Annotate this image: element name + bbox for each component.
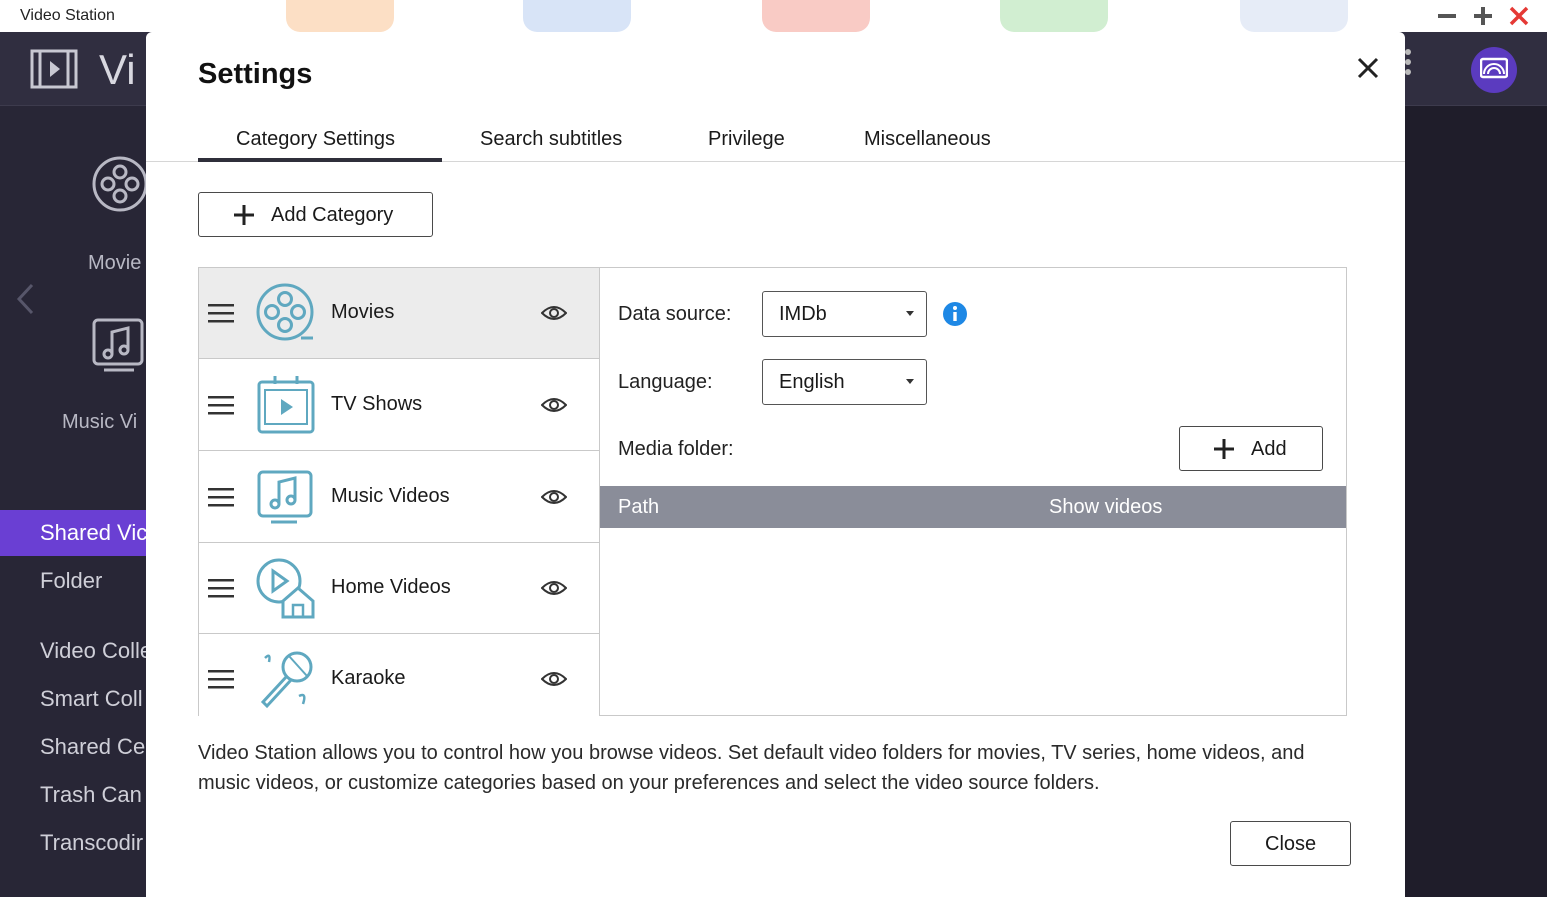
drag-handle-icon[interactable] — [208, 394, 234, 416]
drag-handle-icon[interactable] — [208, 486, 234, 508]
sidebar — [0, 106, 146, 897]
close-label: Close — [1265, 833, 1317, 855]
info-icon[interactable] — [942, 301, 968, 327]
sidebar-item-transcoding[interactable]: Transcodir — [40, 830, 143, 856]
list-item-music-videos[interactable]: Music Videos — [199, 452, 599, 543]
tab-category-settings[interactable]: Category Settings — [236, 128, 395, 151]
taskbar-ghost-icon — [286, 0, 394, 32]
eye-icon[interactable] — [541, 302, 567, 324]
window-title: Video Station — [20, 7, 115, 24]
plus-icon — [234, 205, 254, 225]
language-value: English — [779, 371, 845, 393]
film-reel-icon — [256, 283, 314, 341]
taskbar-ghost-icon — [762, 0, 870, 32]
tile-label-music-videos: Music Vi — [62, 411, 138, 433]
sidebar-item-smart-collection[interactable]: Smart Coll — [40, 686, 143, 712]
tab-miscellaneous[interactable]: Miscellaneous — [864, 128, 991, 151]
taskbar-ghost-icon — [1240, 0, 1348, 32]
chevron-left-icon[interactable] — [14, 282, 36, 316]
category-panel: Movies TV Shows Music Videos Home Videos… — [198, 267, 1347, 725]
category-label: Music Videos — [331, 485, 450, 507]
chevron-down-icon — [906, 311, 914, 316]
avatar[interactable] — [1471, 47, 1517, 93]
language-select[interactable]: English — [762, 359, 927, 405]
maximize-icon[interactable] — [1471, 4, 1495, 28]
data-source-select[interactable]: IMDb — [762, 291, 927, 337]
list-item-tv-shows[interactable]: TV Shows — [199, 360, 599, 451]
minimize-icon[interactable] — [1435, 4, 1459, 28]
category-label: Karaoke — [331, 667, 406, 689]
data-source-label: Data source: — [618, 303, 732, 325]
plus-icon — [1214, 439, 1234, 459]
eye-icon[interactable] — [541, 394, 567, 416]
category-list: Movies TV Shows Music Videos Home Videos… — [199, 268, 600, 725]
film-strip-logo-icon — [30, 48, 78, 90]
sidebar-item-shared-center[interactable]: Shared Ce — [40, 734, 145, 760]
description-text: Video Station allows you to control how … — [198, 742, 1305, 794]
settings-dialog: Settings Category Settings Search subtit… — [146, 32, 1405, 897]
sidebar-item-folder[interactable]: Folder — [40, 568, 102, 594]
eye-icon[interactable] — [541, 577, 567, 599]
add-category-button[interactable]: Add Category — [198, 192, 433, 237]
tab-privilege[interactable]: Privilege — [708, 128, 785, 151]
home-video-icon — [256, 558, 315, 619]
add-media-folder-button[interactable]: Add — [1179, 426, 1323, 471]
taskbar-ghost-icon — [523, 0, 631, 32]
music-note-icon — [90, 316, 150, 376]
app-name: Vi — [99, 46, 136, 93]
eye-icon[interactable] — [541, 486, 567, 508]
close-window-icon[interactable] — [1507, 4, 1531, 28]
media-folder-table-header: Path Show videos — [600, 486, 1346, 528]
category-label: TV Shows — [331, 393, 423, 415]
tab-search-subtitles[interactable]: Search subtitles — [480, 128, 622, 151]
tile-label-movies: Movie — [88, 252, 142, 274]
drag-handle-icon[interactable] — [208, 668, 234, 690]
drag-handle-icon[interactable] — [208, 302, 234, 324]
list-item-movies[interactable]: Movies — [199, 268, 599, 359]
sidebar-item-trash-can[interactable]: Trash Can — [40, 782, 142, 808]
dialog-title: Settings — [198, 58, 313, 90]
music-video-icon — [257, 470, 313, 524]
taskbar-ghost-icon — [1000, 0, 1108, 32]
language-label: Language: — [618, 371, 713, 393]
column-header-show-videos: Show videos — [1049, 496, 1163, 518]
settings-tabs: Category Settings Search subtitles Privi… — [146, 118, 1405, 162]
eye-icon[interactable] — [541, 668, 567, 690]
film-reel-icon — [90, 154, 150, 214]
microphone-icon — [260, 651, 313, 709]
list-item-karaoke[interactable]: Karaoke — [199, 634, 599, 725]
add-label: Add — [1251, 438, 1287, 460]
list-item-home-videos[interactable]: Home Videos — [199, 543, 599, 634]
active-tab-indicator — [198, 158, 442, 162]
add-category-label: Add Category — [271, 204, 394, 226]
sidebar-item-shared-videos[interactable]: Shared Vic — [40, 520, 147, 546]
window-titlebar: Video Station — [0, 0, 1547, 32]
category-label: Home Videos — [331, 576, 451, 598]
tv-play-icon — [257, 376, 315, 434]
close-button[interactable]: Close — [1230, 821, 1351, 866]
data-source-value: IMDb — [779, 303, 827, 325]
chevron-down-icon — [906, 379, 914, 384]
close-icon[interactable] — [1354, 54, 1382, 82]
drag-handle-icon[interactable] — [208, 577, 234, 599]
content-area — [1405, 106, 1547, 897]
category-details: Data source: IMDb Language: English Medi… — [600, 268, 1346, 715]
media-folder-label: Media folder: — [618, 438, 734, 460]
category-label: Movies — [331, 301, 395, 323]
sidebar-item-video-collection[interactable]: Video Colle — [40, 638, 152, 664]
column-header-path: Path — [618, 496, 660, 518]
